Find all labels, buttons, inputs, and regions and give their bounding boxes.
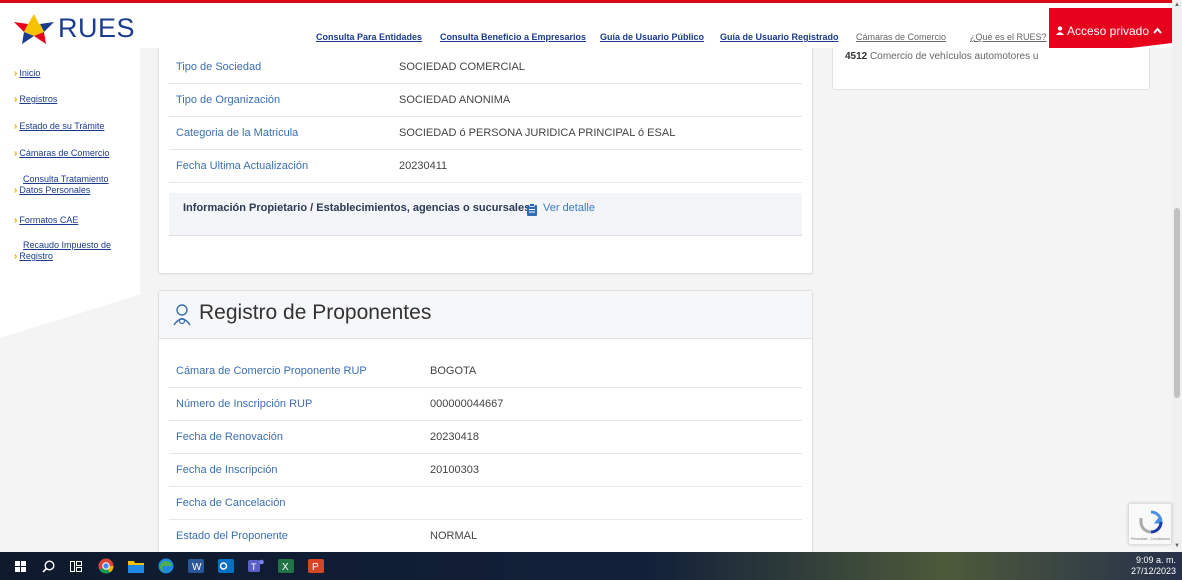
excel-icon[interactable]: X [272, 552, 300, 580]
registro-proponentes-card: Registro de Proponentes Cámara de Comerc… [158, 290, 813, 560]
taskbar-clock[interactable]: 9:09 a. m. 27/12/2023 [1131, 555, 1176, 577]
proponente-row: Cámara de Comercio Proponente RUP BOGOTA [169, 355, 802, 388]
chevron-right-icon: › [14, 215, 18, 226]
activity-code: 4512 [845, 51, 868, 62]
proponente-value: NORMAL [430, 530, 478, 542]
chevron-right-icon: › [14, 94, 18, 105]
proponente-label: Cámara de Comercio Proponente RUP [176, 365, 367, 377]
proponente-value: 20230418 [430, 431, 479, 443]
nav-consulta-beneficio[interactable]: Consulta Beneficio a Empresarios [440, 32, 586, 42]
acceso-privado-label: Acceso privado [1066, 24, 1150, 38]
nav-que-es-rues[interactable]: ¿Qué es el RUES? [970, 32, 1047, 42]
file-explorer-icon[interactable] [122, 552, 150, 580]
chevron-right-icon: › [14, 68, 18, 79]
proponente-value: 20100303 [430, 464, 479, 476]
activity-text: 4512 Comercio de vehículos automotores u [845, 51, 1038, 62]
clock-time: 9:09 a. m. [1135, 555, 1176, 565]
svg-text:W: W [192, 562, 202, 573]
sidebar-item-camaras[interactable]: › Cámaras de Comercio [14, 148, 109, 159]
nav-camaras[interactable]: Cámaras de Comercio [856, 32, 946, 42]
nav-consulta-entidades[interactable]: Consulta Para Entidades [316, 32, 422, 42]
proponente-label: Fecha de Cancelación [176, 497, 286, 509]
windows-taskbar: W T X P 9:09 a. m. 27/12/2023 [0, 552, 1182, 580]
chevron-up-icon [1153, 27, 1162, 34]
edge-icon[interactable] [152, 552, 180, 580]
nav-guia-publico[interactable]: Guía de Usuario Público [600, 32, 704, 42]
proponente-row: Número de Inscripción RUP 000000044667 [169, 388, 802, 421]
user-icon [1055, 26, 1064, 35]
recaptcha-terms[interactable]: Privacidad - Condiciones [1131, 537, 1170, 541]
svg-text:X: X [282, 562, 289, 573]
proponente-row: Fecha de Inscripción 20100303 [169, 454, 802, 487]
sidebar-item-formatos-cae[interactable]: › Formatos CAE [14, 215, 78, 226]
detail-label: Fecha Ultima Actualización [176, 160, 309, 172]
svg-text:P: P [312, 562, 319, 573]
proponentes-header: Registro de Proponentes [159, 291, 812, 339]
nav-guia-registrado[interactable]: Guía de Usuario Registrado [720, 32, 839, 42]
page-scrollbar[interactable]: ▲ ▼ [1172, 0, 1182, 552]
company-details-card: Tipo de Sociedad SOCIEDAD COMERCIAL Tipo… [158, 48, 813, 274]
svg-text:T: T [251, 562, 257, 572]
chevron-right-icon: › [14, 148, 18, 159]
sidebar-item-recaudo-impuesto[interactable]: Recaudo Impuesto de › Registro [14, 240, 111, 262]
outlook-icon[interactable] [212, 552, 240, 580]
scroll-thumb[interactable] [1174, 208, 1180, 398]
header: RUES Consulta Para Entidades Consulta Be… [0, 3, 1172, 48]
recaptcha-badge[interactable]: Privacidad - Condiciones [1128, 503, 1172, 545]
windows-start-icon[interactable] [6, 552, 34, 580]
propietario-info-box: Información Propietario / Establecimient… [169, 193, 802, 236]
top-nav: Consulta Para Entidades Consulta Benefic… [0, 32, 1172, 46]
proponentes-title: Registro de Proponentes [199, 301, 432, 324]
detail-value: SOCIEDAD ANONIMA [399, 94, 511, 106]
detail-label: Tipo de Organización [176, 94, 281, 106]
search-icon[interactable] [34, 552, 62, 580]
detail-row: Tipo de Sociedad SOCIEDAD COMERCIAL [169, 51, 802, 84]
chrome-icon[interactable] [92, 552, 120, 580]
chevron-right-icon: › [14, 185, 18, 196]
scroll-down-arrow-icon[interactable]: ▼ [1174, 543, 1180, 549]
proponente-value: BOGOTA [430, 365, 477, 377]
detail-row: Fecha Ultima Actualización 20230411 [169, 150, 802, 183]
propietario-info-text: Información Propietario / Establecimient… [183, 202, 531, 214]
detail-label: Categoria de la Matricula [176, 127, 299, 139]
ver-detalle-link[interactable]: Ver detalle [543, 202, 595, 214]
clock-date: 27/12/2023 [1130, 566, 1176, 576]
proponente-row: Estado del Proponente NORMAL [169, 520, 802, 553]
chevron-right-icon: › [14, 121, 18, 132]
proponente-label: Fecha de Inscripción [176, 464, 278, 476]
detail-row: Tipo de Organización SOCIEDAD ANONIMA [169, 84, 802, 117]
detail-label: Tipo de Sociedad [176, 61, 262, 73]
clipboard-icon [526, 203, 538, 219]
chevron-right-icon: › [14, 251, 18, 262]
detail-value: SOCIEDAD ó PERSONA JURIDICA PRINCIPAL ó … [399, 127, 676, 139]
proponente-row: Fecha de Renovación 20230418 [169, 421, 802, 454]
sidebar: › Inicio › Registros › Estado de su Trámite… [0, 48, 140, 338]
sidebar-item-inicio[interactable]: › Inicio [14, 68, 40, 79]
detail-value: 20230411 [399, 160, 448, 172]
proponente-label: Fecha de Renovación [176, 431, 284, 443]
proponente-label: Número de Inscripción RUP [176, 398, 313, 410]
teams-icon[interactable]: T [242, 552, 270, 580]
proponente-value: 000000044667 [430, 398, 504, 410]
activity-description: Comercio de vehículos automotores u [870, 51, 1039, 62]
word-icon[interactable]: W [182, 552, 210, 580]
sidebar-item-datos-personales[interactable]: Consulta Tratamiento › Datos Personales [14, 174, 109, 196]
activity-card: 4512 Comercio de vehículos automotores u [832, 48, 1150, 90]
detail-row: Categoria de la Matricula SOCIEDAD ó PER… [169, 117, 802, 150]
proponente-label: Estado del Proponente [176, 530, 288, 542]
scroll-up-arrow-icon[interactable]: ▲ [1174, 2, 1180, 8]
user-badge-icon [171, 303, 193, 332]
sidebar-item-registros[interactable]: › Registros [14, 94, 57, 105]
recaptcha-icon [1139, 510, 1163, 534]
task-view-icon[interactable] [62, 552, 90, 580]
powerpoint-icon[interactable]: P [302, 552, 330, 580]
proponente-row: Fecha de Cancelación [169, 487, 802, 520]
detail-value: SOCIEDAD COMERCIAL [399, 61, 525, 73]
sidebar-item-estado-tramite[interactable]: › Estado de su Trámite [14, 121, 104, 132]
